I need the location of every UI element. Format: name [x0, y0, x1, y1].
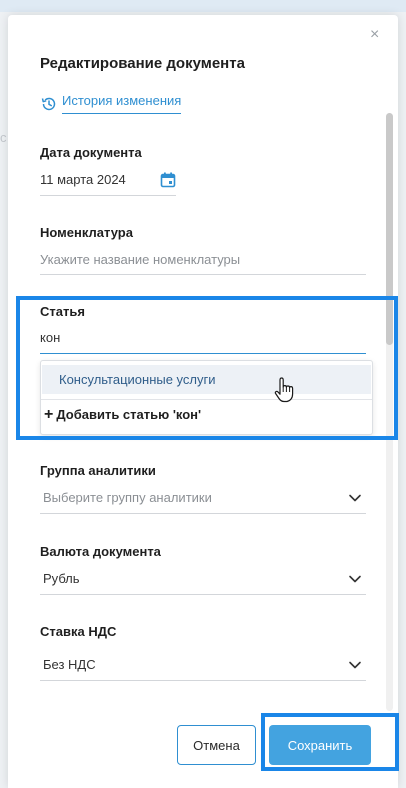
currency-label: Валюта документа [40, 544, 161, 559]
modal-title: Редактирование документа [40, 55, 245, 72]
background-text: c [0, 130, 7, 145]
chevron-down-icon[interactable] [348, 658, 362, 672]
currency-select[interactable]: Рубль [43, 571, 80, 586]
analytics-group-label: Группа аналитики [40, 463, 156, 478]
nomenclature-label: Номенклатура [40, 225, 133, 240]
close-button[interactable]: × [370, 27, 379, 43]
history-icon [41, 97, 56, 110]
date-underline [40, 195, 176, 196]
currency-underline [40, 594, 366, 595]
analytics-group-select[interactable]: Выберите группу аналитики [43, 490, 212, 505]
nomenclature-underline [40, 274, 366, 275]
chevron-down-icon[interactable] [348, 491, 362, 505]
date-field[interactable]: 11 марта 2024 [40, 172, 126, 187]
vat-underline [40, 680, 366, 681]
top-bar [0, 0, 406, 12]
history-link[interactable]: История изменения [40, 93, 182, 114]
calendar-icon[interactable] [160, 172, 176, 188]
vat-select[interactable]: Без НДС [43, 657, 96, 672]
vat-label: Ставка НДС [40, 624, 117, 639]
highlight-article-field [16, 296, 398, 440]
highlight-save-button [261, 713, 399, 771]
history-link-label: История изменения [62, 93, 182, 114]
analytics-group-underline [40, 513, 366, 514]
nomenclature-input[interactable]: Укажите название номенклатуры [40, 252, 240, 267]
chevron-down-icon[interactable] [348, 572, 362, 586]
cancel-button[interactable]: Отмена [177, 725, 256, 765]
date-label: Дата документа [40, 145, 142, 160]
